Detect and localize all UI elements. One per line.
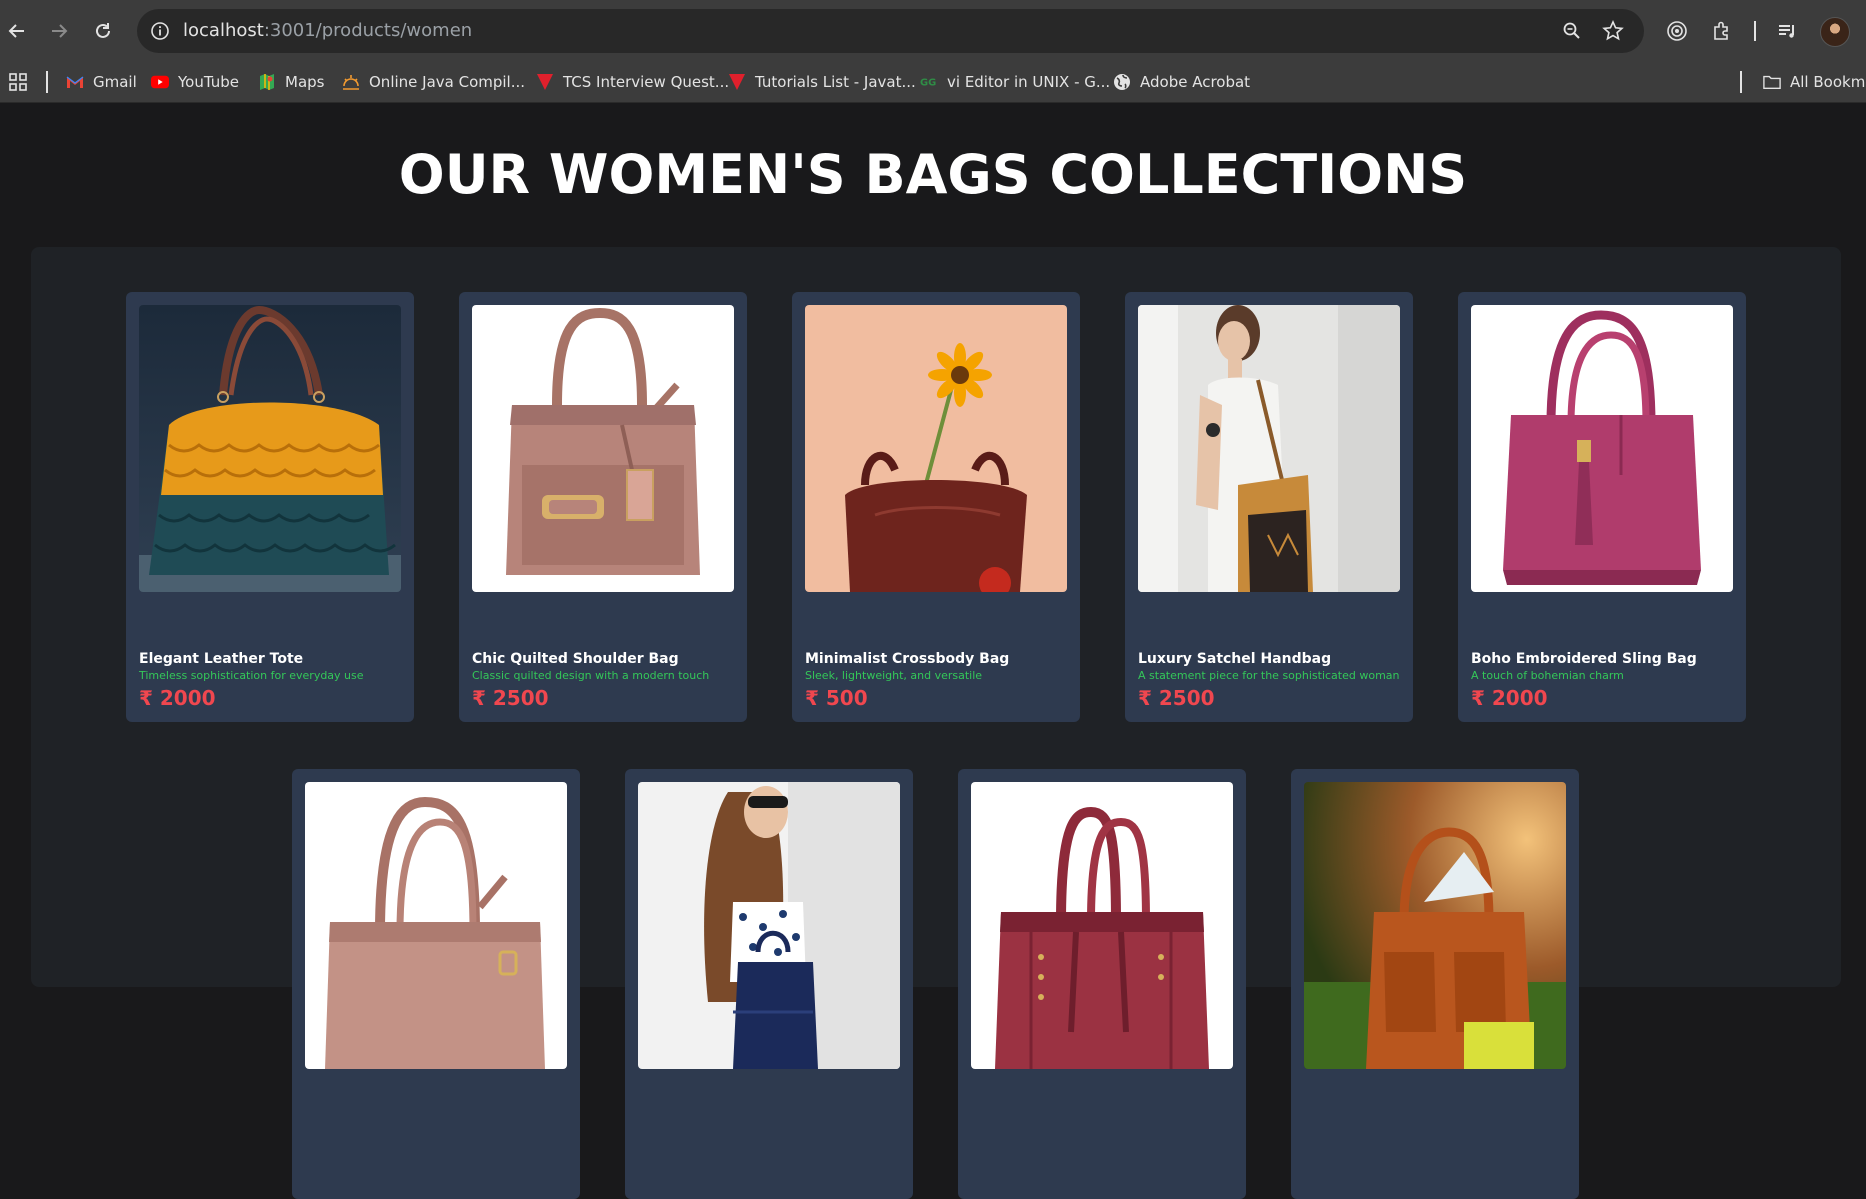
product-photo [805, 305, 1067, 592]
arrow-right-icon [52, 24, 68, 38]
bookmarks-separator [1740, 71, 1742, 93]
product-card[interactable] [625, 769, 913, 1199]
url-path: :3001/products/women [263, 20, 473, 41]
javatpoint-icon [728, 73, 746, 91]
product-image[interactable] [805, 305, 1067, 592]
product-photo [1471, 305, 1733, 592]
product-name[interactable]: Chic Quilted Shoulder Bag [472, 651, 679, 667]
bookmark-youtube[interactable]: YouTube [151, 68, 239, 96]
product-image[interactable] [139, 305, 401, 592]
url-host: localhost [183, 20, 264, 41]
globe-icon [1113, 73, 1131, 91]
extensions-puzzle-icon[interactable] [1710, 19, 1734, 43]
bookmark-label: vi Editor in UNIX - G... [947, 73, 1111, 91]
bookmarks-separator [46, 71, 48, 93]
bookmark-vi-editor[interactable]: GG vi Editor in UNIX - G... [920, 68, 1110, 96]
product-description: A statement piece for the sophisticated … [1138, 669, 1400, 682]
product-photo [472, 305, 734, 592]
product-name[interactable]: Boho Embroidered Sling Bag [1471, 651, 1697, 667]
bookmark-label: Maps [285, 73, 325, 91]
product-image[interactable] [1138, 305, 1400, 592]
product-name[interactable]: Luxury Satchel Handbag [1138, 651, 1331, 667]
product-card[interactable] [1291, 769, 1579, 1199]
product-price: ₹ 2000 [139, 686, 216, 710]
bookmark-tcs-interview[interactable]: TCS Interview Quest... [536, 68, 729, 96]
product-card[interactable] [958, 769, 1246, 1199]
product-card[interactable]: Minimalist Crossbody Bag Sleek, lightwei… [792, 292, 1080, 722]
profile-avatar[interactable] [1820, 17, 1850, 47]
browser-toolbar: localhost:3001/products/women [0, 0, 1866, 62]
bookmark-online-java-compiler[interactable]: Online Java Compil... [342, 68, 525, 96]
youtube-icon [151, 73, 169, 91]
product-price: ₹ 2500 [1138, 686, 1215, 710]
product-image[interactable] [638, 782, 900, 1069]
product-price: ₹ 2500 [472, 686, 549, 710]
product-price: ₹ 2000 [1471, 686, 1548, 710]
bookmark-gmail[interactable]: Gmail [66, 68, 137, 96]
tcs-icon [536, 73, 554, 91]
zoom-icon[interactable] [1561, 20, 1583, 42]
product-photo [1138, 305, 1400, 592]
bookmark-label: All Bookmarks [1790, 73, 1866, 91]
product-image[interactable] [1304, 782, 1566, 1069]
bookmark-adobe-acrobat[interactable]: Adobe Acrobat [1113, 68, 1250, 96]
url-text[interactable]: localhost:3001/products/women [183, 20, 472, 42]
svg-text:GG: GG [920, 78, 936, 89]
product-image[interactable] [971, 782, 1233, 1069]
product-image[interactable] [1471, 305, 1733, 592]
product-photo [1304, 782, 1566, 1069]
toolbar-separator [1754, 21, 1756, 41]
gmail-icon [66, 73, 84, 91]
apps-grid-icon[interactable] [8, 72, 28, 92]
compiler-icon [342, 73, 360, 91]
gfg-icon: GG [920, 73, 938, 91]
product-photo [139, 305, 401, 592]
extension-record-icon[interactable] [1665, 19, 1689, 43]
media-queue-icon[interactable] [1775, 19, 1799, 43]
folder-icon [1763, 73, 1781, 91]
bookmark-maps[interactable]: Maps [258, 68, 324, 96]
product-card[interactable]: Elegant Leather Tote Timeless sophistica… [126, 292, 414, 722]
bookmark-star-icon[interactable] [1602, 20, 1624, 42]
product-name[interactable]: Elegant Leather Tote [139, 651, 303, 667]
bookmark-label: Tutorials List - Javat... [755, 73, 916, 91]
product-photo [305, 782, 567, 1069]
bookmark-label: Gmail [93, 73, 137, 91]
bookmark-tutorials-list[interactable]: Tutorials List - Javat... [728, 68, 916, 96]
product-photo [971, 782, 1233, 1069]
product-image[interactable] [305, 782, 567, 1069]
bookmark-label: YouTube [178, 73, 239, 91]
product-description: A touch of bohemian charm [1471, 669, 1624, 682]
product-name[interactable]: Minimalist Crossbody Bag [805, 651, 1009, 667]
bookmarks-bar: Gmail YouTube Maps Online Java Compil...… [0, 62, 1866, 103]
product-description: Sleek, lightweight, and versatile [805, 669, 983, 682]
product-image[interactable] [472, 305, 734, 592]
reload-button[interactable] [86, 14, 120, 48]
maps-icon [258, 73, 276, 91]
product-price: ₹ 500 [805, 686, 868, 710]
product-card[interactable]: Boho Embroidered Sling Bag A touch of bo… [1458, 292, 1746, 722]
products-panel: Elegant Leather Tote Timeless sophistica… [31, 247, 1841, 1199]
all-bookmarks-folder[interactable]: All Bookmarks [1763, 68, 1866, 96]
product-description: Classic quilted design with a modern tou… [472, 669, 710, 682]
product-card[interactable]: Chic Quilted Shoulder Bag Classic quilte… [459, 292, 747, 722]
product-description: Timeless sophistication for everyday use [139, 669, 364, 682]
bookmark-label: Online Java Compil... [369, 73, 526, 91]
product-card[interactable] [292, 769, 580, 1199]
site-info-icon[interactable] [149, 20, 171, 42]
product-photo [638, 782, 900, 1069]
page-title: OUR WOMEN'S BAGS COLLECTIONS [398, 143, 1468, 206]
bookmark-label: TCS Interview Quest... [563, 73, 730, 91]
arrow-left-icon [8, 24, 24, 38]
forward-button[interactable] [42, 14, 76, 48]
back-button[interactable] [0, 14, 34, 48]
product-card[interactable]: Luxury Satchel Handbag A statement piece… [1125, 292, 1413, 722]
address-bar[interactable]: localhost:3001/products/women [137, 9, 1644, 53]
bookmark-label: Adobe Acrobat [1140, 73, 1251, 91]
reload-icon [96, 23, 110, 38]
